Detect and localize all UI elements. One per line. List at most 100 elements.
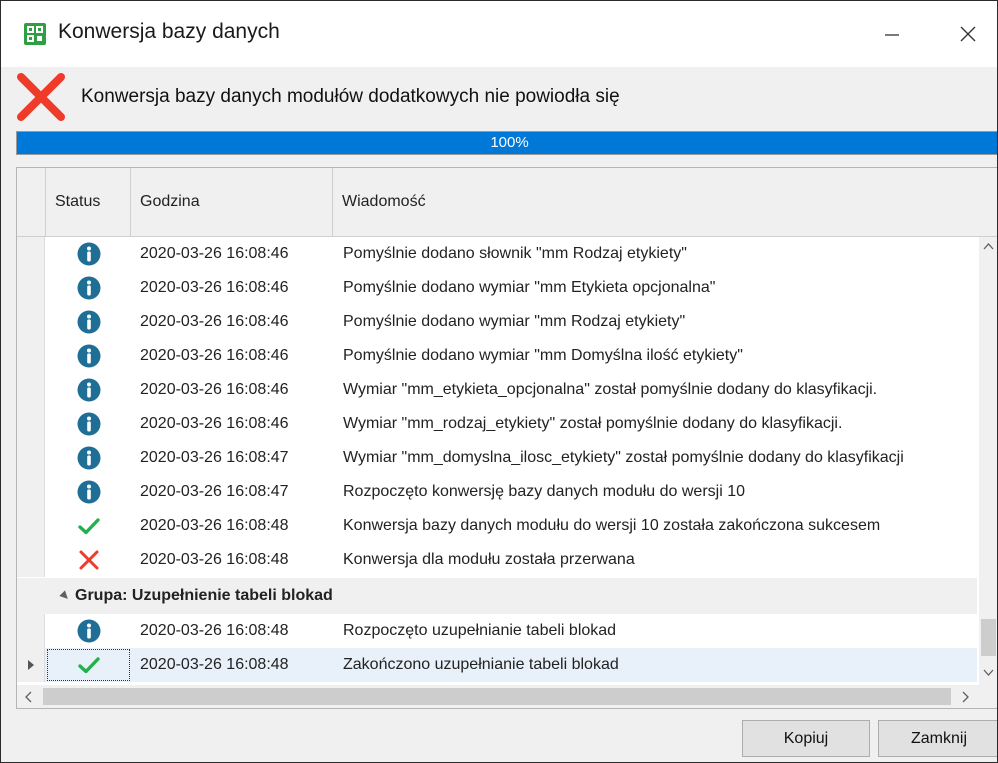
grid-header: Status Godzina Wiadomość xyxy=(17,168,997,237)
vertical-scrollbar[interactable] xyxy=(979,237,997,685)
time-cell: 2020-03-26 16:08:46 xyxy=(140,279,289,296)
table-row[interactable]: 2020-03-26 16:08:48 Zakończono uzupełnian… xyxy=(17,648,977,682)
table-row[interactable]: 2020-03-26 16:08:48 Rozpoczęto uzupełnian… xyxy=(17,614,977,648)
row-indicator[interactable] xyxy=(17,614,45,648)
scroll-down-icon[interactable] xyxy=(983,667,994,678)
message-cell: Pomyślnie dodano wymiar "mm Domyślna ilo… xyxy=(343,347,743,364)
scroll-up-icon[interactable] xyxy=(983,241,994,252)
row-indicator[interactable] xyxy=(17,509,45,543)
table-row[interactable]: 2020-03-26 16:08:46 Wymiar "mm_rodzaj_ety… xyxy=(17,407,977,441)
close-window-button[interactable] xyxy=(943,9,993,59)
current-row-arrow-icon xyxy=(28,660,34,670)
time-cell: 2020-03-26 16:08:46 xyxy=(140,313,289,330)
table-row[interactable]: 2020-03-26 16:08:47 Rozpoczęto konwersję … xyxy=(17,475,977,509)
focus-rectangle xyxy=(47,649,130,681)
row-indicator[interactable] xyxy=(17,543,45,577)
row-indicator[interactable] xyxy=(17,373,45,407)
status-cell xyxy=(46,441,131,475)
close-icon xyxy=(960,26,976,42)
minimize-icon xyxy=(885,34,899,36)
row-indicator[interactable] xyxy=(17,475,45,509)
info-icon xyxy=(77,344,100,368)
table-row[interactable]: 2020-03-26 16:08:48 Konwersja bazy danych… xyxy=(17,509,977,543)
time-cell: 2020-03-26 16:08:46 xyxy=(140,415,289,432)
status-cell xyxy=(46,475,131,509)
status-cell xyxy=(46,305,131,339)
message-cell: Wymiar "mm_rodzaj_etykiety" został pomyś… xyxy=(343,415,843,432)
row-indicator[interactable] xyxy=(17,237,45,271)
info-icon xyxy=(77,276,100,300)
time-cell: 2020-03-26 16:08:48 xyxy=(140,656,289,673)
row-indicator[interactable] xyxy=(17,648,45,682)
close-button[interactable]: Zamknij xyxy=(878,720,997,757)
vertical-scroll-thumb[interactable] xyxy=(981,619,996,656)
message-cell: Wymiar "mm_domyslna_ilosc_etykiety" zost… xyxy=(343,449,904,466)
info-icon xyxy=(77,310,100,334)
row-indicator[interactable] xyxy=(17,305,45,339)
horizontal-scrollbar[interactable] xyxy=(16,685,997,709)
collapse-triangle-icon[interactable] xyxy=(59,590,71,602)
info-icon xyxy=(77,378,100,402)
table-row[interactable]: 2020-03-26 16:08:46 Pomyślnie dodano wymi… xyxy=(17,305,977,339)
horizontal-scroll-thumb[interactable] xyxy=(43,688,951,705)
progress-label: 100% xyxy=(490,134,529,151)
row-indicator[interactable] xyxy=(17,339,45,373)
info-icon xyxy=(77,242,100,266)
time-cell: 2020-03-26 16:08:47 xyxy=(140,483,289,500)
table-row[interactable]: 2020-03-26 16:08:47 Wymiar "mm_domyslna_i… xyxy=(17,441,977,475)
minimize-button[interactable] xyxy=(867,9,917,59)
column-header-status[interactable]: Status xyxy=(46,168,131,236)
column-header-time[interactable]: Godzina xyxy=(131,168,333,236)
status-cell xyxy=(46,271,131,305)
message-cell: Pomyślnie dodano wymiar "mm Etykieta opc… xyxy=(343,279,716,296)
info-icon xyxy=(77,480,100,504)
table-row[interactable]: 2020-03-26 16:08:46 Pomyślnie dodano wymi… xyxy=(17,339,977,373)
status-cell xyxy=(46,648,131,682)
group-row[interactable]: Grupa: Uzupełnienie tabeli blokad xyxy=(17,578,977,614)
message-cell: Pomyślnie dodano słownik "mm Rodzaj etyk… xyxy=(343,245,687,262)
time-cell: 2020-03-26 16:08:48 xyxy=(140,551,289,568)
status-cell xyxy=(46,373,131,407)
status-cell xyxy=(46,237,131,271)
time-cell: 2020-03-26 16:08:46 xyxy=(140,245,289,262)
message-cell: Konwersja dla modułu została przerwana xyxy=(343,551,635,568)
status-cell xyxy=(46,407,131,441)
table-row[interactable]: 2020-03-26 16:08:48 Konwersja dla modułu … xyxy=(17,543,977,577)
result-message: Konwersja bazy danych modułów dodatkowyc… xyxy=(81,86,620,107)
column-header-message[interactable]: Wiadomość xyxy=(333,168,997,236)
status-cell xyxy=(46,543,131,577)
message-cell: Rozpoczęto uzupełnianie tabeli blokad xyxy=(343,622,617,639)
window-title: Konwersja bazy danych xyxy=(58,20,280,43)
time-cell: 2020-03-26 16:08:48 xyxy=(140,517,289,534)
log-grid: Status Godzina Wiadomość Grupa: Uzupełni… xyxy=(16,167,997,687)
info-icon xyxy=(77,412,100,436)
table-row[interactable]: 2020-03-26 16:08:46 Pomyślnie dodano wymi… xyxy=(17,271,977,305)
progress-bar: 100% xyxy=(16,131,997,155)
time-cell: 2020-03-26 16:08:46 xyxy=(140,381,289,398)
dialog-window: Konwersja bazy danych Konwersja bazy dan… xyxy=(0,0,998,763)
scroll-right-icon[interactable] xyxy=(959,691,971,703)
row-indicator[interactable] xyxy=(17,441,45,475)
time-cell: 2020-03-26 16:08:46 xyxy=(140,347,289,364)
group-label: Grupa: Uzupełnienie tabeli blokad xyxy=(75,587,333,604)
status-cell xyxy=(46,614,131,648)
app-icon xyxy=(24,23,46,45)
status-cell xyxy=(46,339,131,373)
scroll-left-icon[interactable] xyxy=(23,691,35,703)
result-header: Konwersja bazy danych modułów dodatkowyc… xyxy=(1,67,997,125)
title-bar: Konwersja bazy danych xyxy=(1,1,997,67)
checkmark-icon xyxy=(77,518,100,535)
table-row[interactable]: 2020-03-26 16:08:46 Wymiar "mm_etykieta_o… xyxy=(17,373,977,407)
header-indicator-cell xyxy=(17,168,46,236)
status-cell xyxy=(46,509,131,543)
message-cell: Wymiar "mm_etykieta_opcjonalna" został p… xyxy=(343,381,878,398)
row-indicator[interactable] xyxy=(17,271,45,305)
info-icon xyxy=(77,446,100,470)
message-cell: Zakończono uzupełnianie tabeli blokad xyxy=(343,656,619,673)
table-row[interactable]: 2020-03-26 16:08:46 Pomyślnie dodano słow… xyxy=(17,237,977,271)
info-icon xyxy=(77,619,100,643)
row-indicator[interactable] xyxy=(17,407,45,441)
time-cell: 2020-03-26 16:08:47 xyxy=(140,449,289,466)
copy-button[interactable]: Kopiuj xyxy=(742,720,870,757)
message-cell: Rozpoczęto konwersję bazy danych modułu … xyxy=(343,483,745,500)
